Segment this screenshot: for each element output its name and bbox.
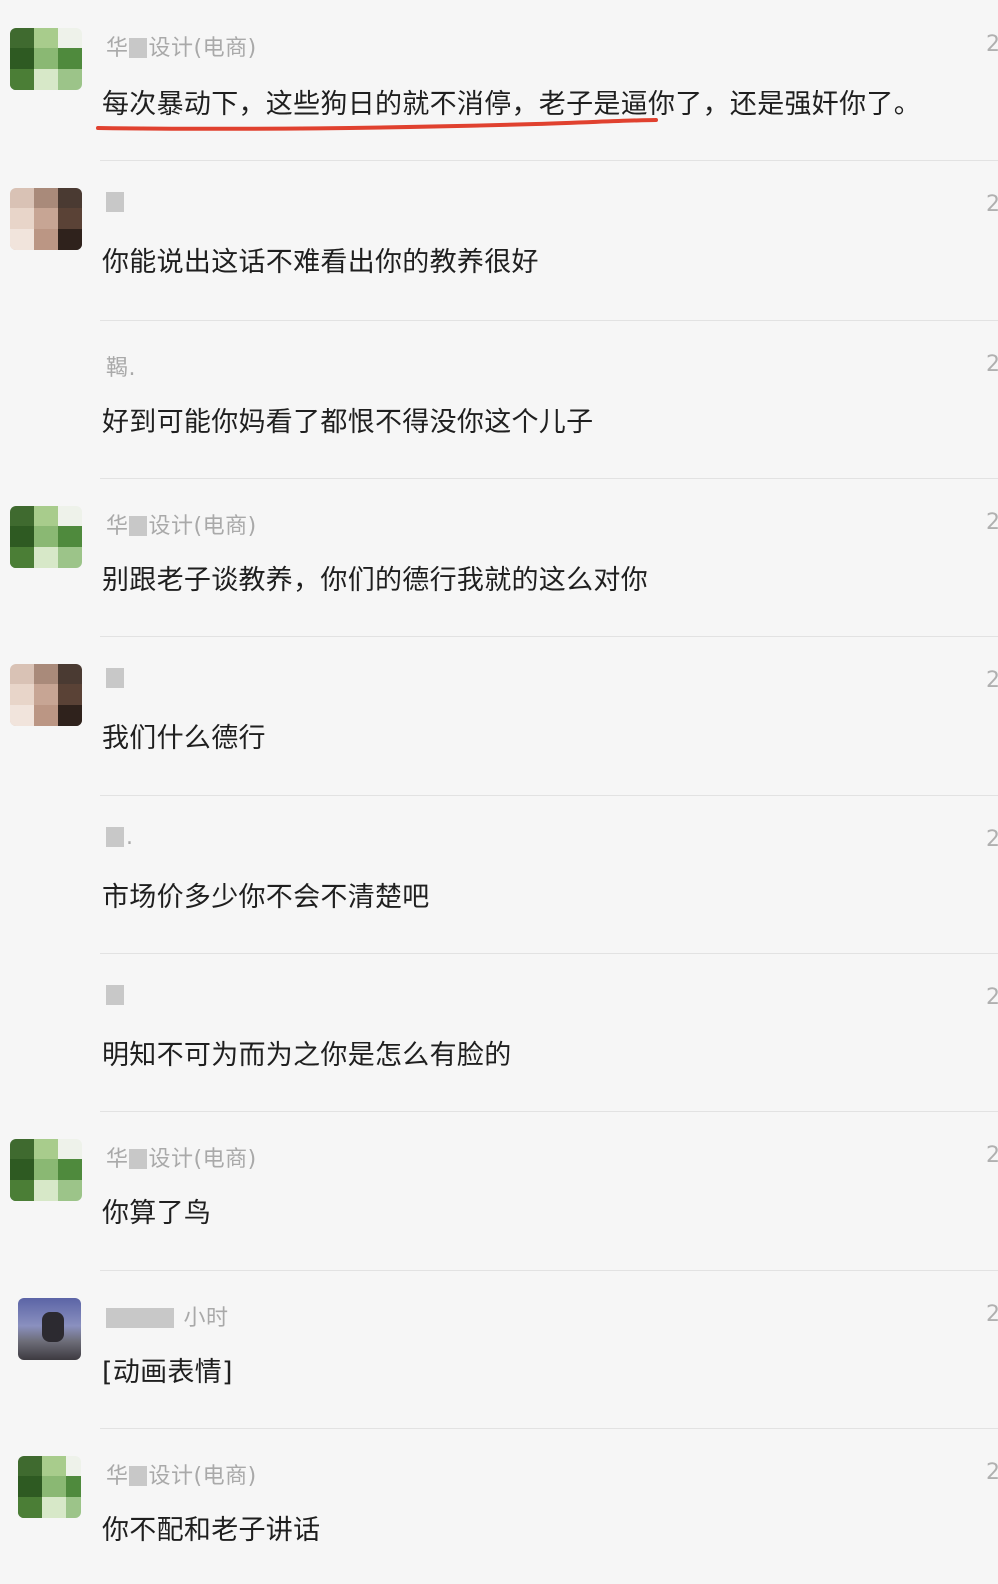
divider <box>100 953 998 954</box>
comment-text: 我们什么德行 <box>102 723 266 754</box>
username[interactable]: 鞨. <box>106 350 136 382</box>
comment-item[interactable]: 华设计(电商) 2 你算了鸟 <box>0 1111 998 1269</box>
username-suffix: 小时 <box>183 1306 229 1331</box>
redaction-mask <box>128 38 147 58</box>
comment-item[interactable]: 华设计(电商) 2 每次暴动下，这些狗日的就不消停，老子是逼你了，还是强奸你了。 <box>0 0 998 158</box>
comment-text: 你能说出这话不难看出你的教养很好 <box>102 247 539 278</box>
comment-time: 2 <box>986 352 998 377</box>
username-suffix: 设计(电商) <box>148 514 257 539</box>
divider <box>100 636 998 637</box>
redaction-mask <box>106 1308 174 1328</box>
comment-time: 2 <box>986 1302 998 1327</box>
comment-item[interactable]: 华设计(电商) 2 你不配和老子讲话 <box>0 1428 998 1584</box>
comment-time: 2 <box>986 192 998 217</box>
redaction-mask <box>128 516 147 536</box>
username-prefix: 华 <box>106 36 129 61</box>
user-avatar[interactable] <box>18 1298 81 1360</box>
username-suffix: 设计(电商) <box>148 1147 257 1172</box>
user-avatar[interactable] <box>10 188 82 250</box>
username[interactable]: 华设计(电商) <box>106 30 257 62</box>
redaction-mask <box>106 985 124 1005</box>
redaction-mask <box>128 1466 147 1486</box>
comment-time: 2 <box>986 985 998 1010</box>
comment-item[interactable]: 小时 2 [动画表情] <box>0 1270 998 1428</box>
comment-time: 2 <box>986 1143 998 1168</box>
comment-time: 2 <box>986 510 998 535</box>
username[interactable]: 小时 <box>106 1300 229 1332</box>
comment-text: [动画表情] <box>102 1357 233 1388</box>
username-prefix: 华 <box>106 514 129 539</box>
redaction-mask <box>106 668 124 688</box>
comment-item[interactable]: 2 你能说出这话不难看出你的教养很好 <box>0 160 998 318</box>
comment-text: 你不配和老子讲话 <box>102 1515 321 1546</box>
divider <box>100 478 998 479</box>
comment-item[interactable]: 2 我们什么德行 <box>0 636 998 794</box>
divider <box>100 320 998 321</box>
divider <box>100 160 998 161</box>
comment-text: 你算了鸟 <box>102 1198 212 1229</box>
red-underline-annotation <box>96 118 658 131</box>
username[interactable] <box>106 983 126 1008</box>
username[interactable]: . <box>106 825 134 850</box>
user-avatar[interactable] <box>10 506 82 568</box>
username-prefix: 华 <box>106 1464 129 1489</box>
username-suffix: . <box>126 825 134 850</box>
username[interactable] <box>106 190 126 215</box>
username[interactable]: 华设计(电商) <box>106 508 257 540</box>
user-avatar[interactable] <box>10 1139 82 1201</box>
divider <box>100 795 998 796</box>
comment-item[interactable]: 鞨. 2 好到可能你妈看了都恨不得没你这个儿子 <box>0 320 998 478</box>
comment-item[interactable]: 2 明知不可为而为之你是怎么有脸的 <box>0 953 998 1111</box>
username-suffix: 设计(电商) <box>148 1464 257 1489</box>
redaction-mask <box>128 1149 147 1169</box>
user-avatar[interactable] <box>10 28 82 90</box>
comment-text: 好到可能你妈看了都恨不得没你这个儿子 <box>102 407 594 438</box>
username-prefix: 华 <box>106 1147 129 1172</box>
divider <box>100 1270 998 1271</box>
comment-time: 2 <box>986 668 998 693</box>
comment-item[interactable]: . 2 市场价多少你不会不清楚吧 <box>0 795 998 953</box>
comment-text: 别跟老子谈教养，你们的德行我就的这么对你 <box>102 565 648 596</box>
divider <box>100 1111 998 1112</box>
username[interactable] <box>106 666 126 691</box>
username-suffix: 设计(电商) <box>148 36 257 61</box>
user-avatar[interactable] <box>10 664 82 726</box>
comment-text: 市场价多少你不会不清楚吧 <box>102 882 430 913</box>
username[interactable]: 华设计(电商) <box>106 1458 257 1490</box>
divider <box>100 1428 998 1429</box>
comment-time: 2 <box>986 32 998 57</box>
redaction-mask <box>106 192 124 212</box>
comment-item[interactable]: 华设计(电商) 2 别跟老子谈教养，你们的德行我就的这么对你 <box>0 478 998 636</box>
username-suffix: 鞨. <box>106 356 136 381</box>
username[interactable]: 华设计(电商) <box>106 1141 257 1173</box>
comment-list: 华设计(电商) 2 每次暴动下，这些狗日的就不消停，老子是逼你了，还是强奸你了。… <box>0 0 998 1584</box>
redaction-mask <box>106 827 124 847</box>
comment-time: 2 <box>986 827 998 852</box>
comment-time: 2 <box>986 1460 998 1485</box>
comment-text: 明知不可为而为之你是怎么有脸的 <box>102 1040 512 1071</box>
user-avatar[interactable] <box>18 1456 81 1518</box>
